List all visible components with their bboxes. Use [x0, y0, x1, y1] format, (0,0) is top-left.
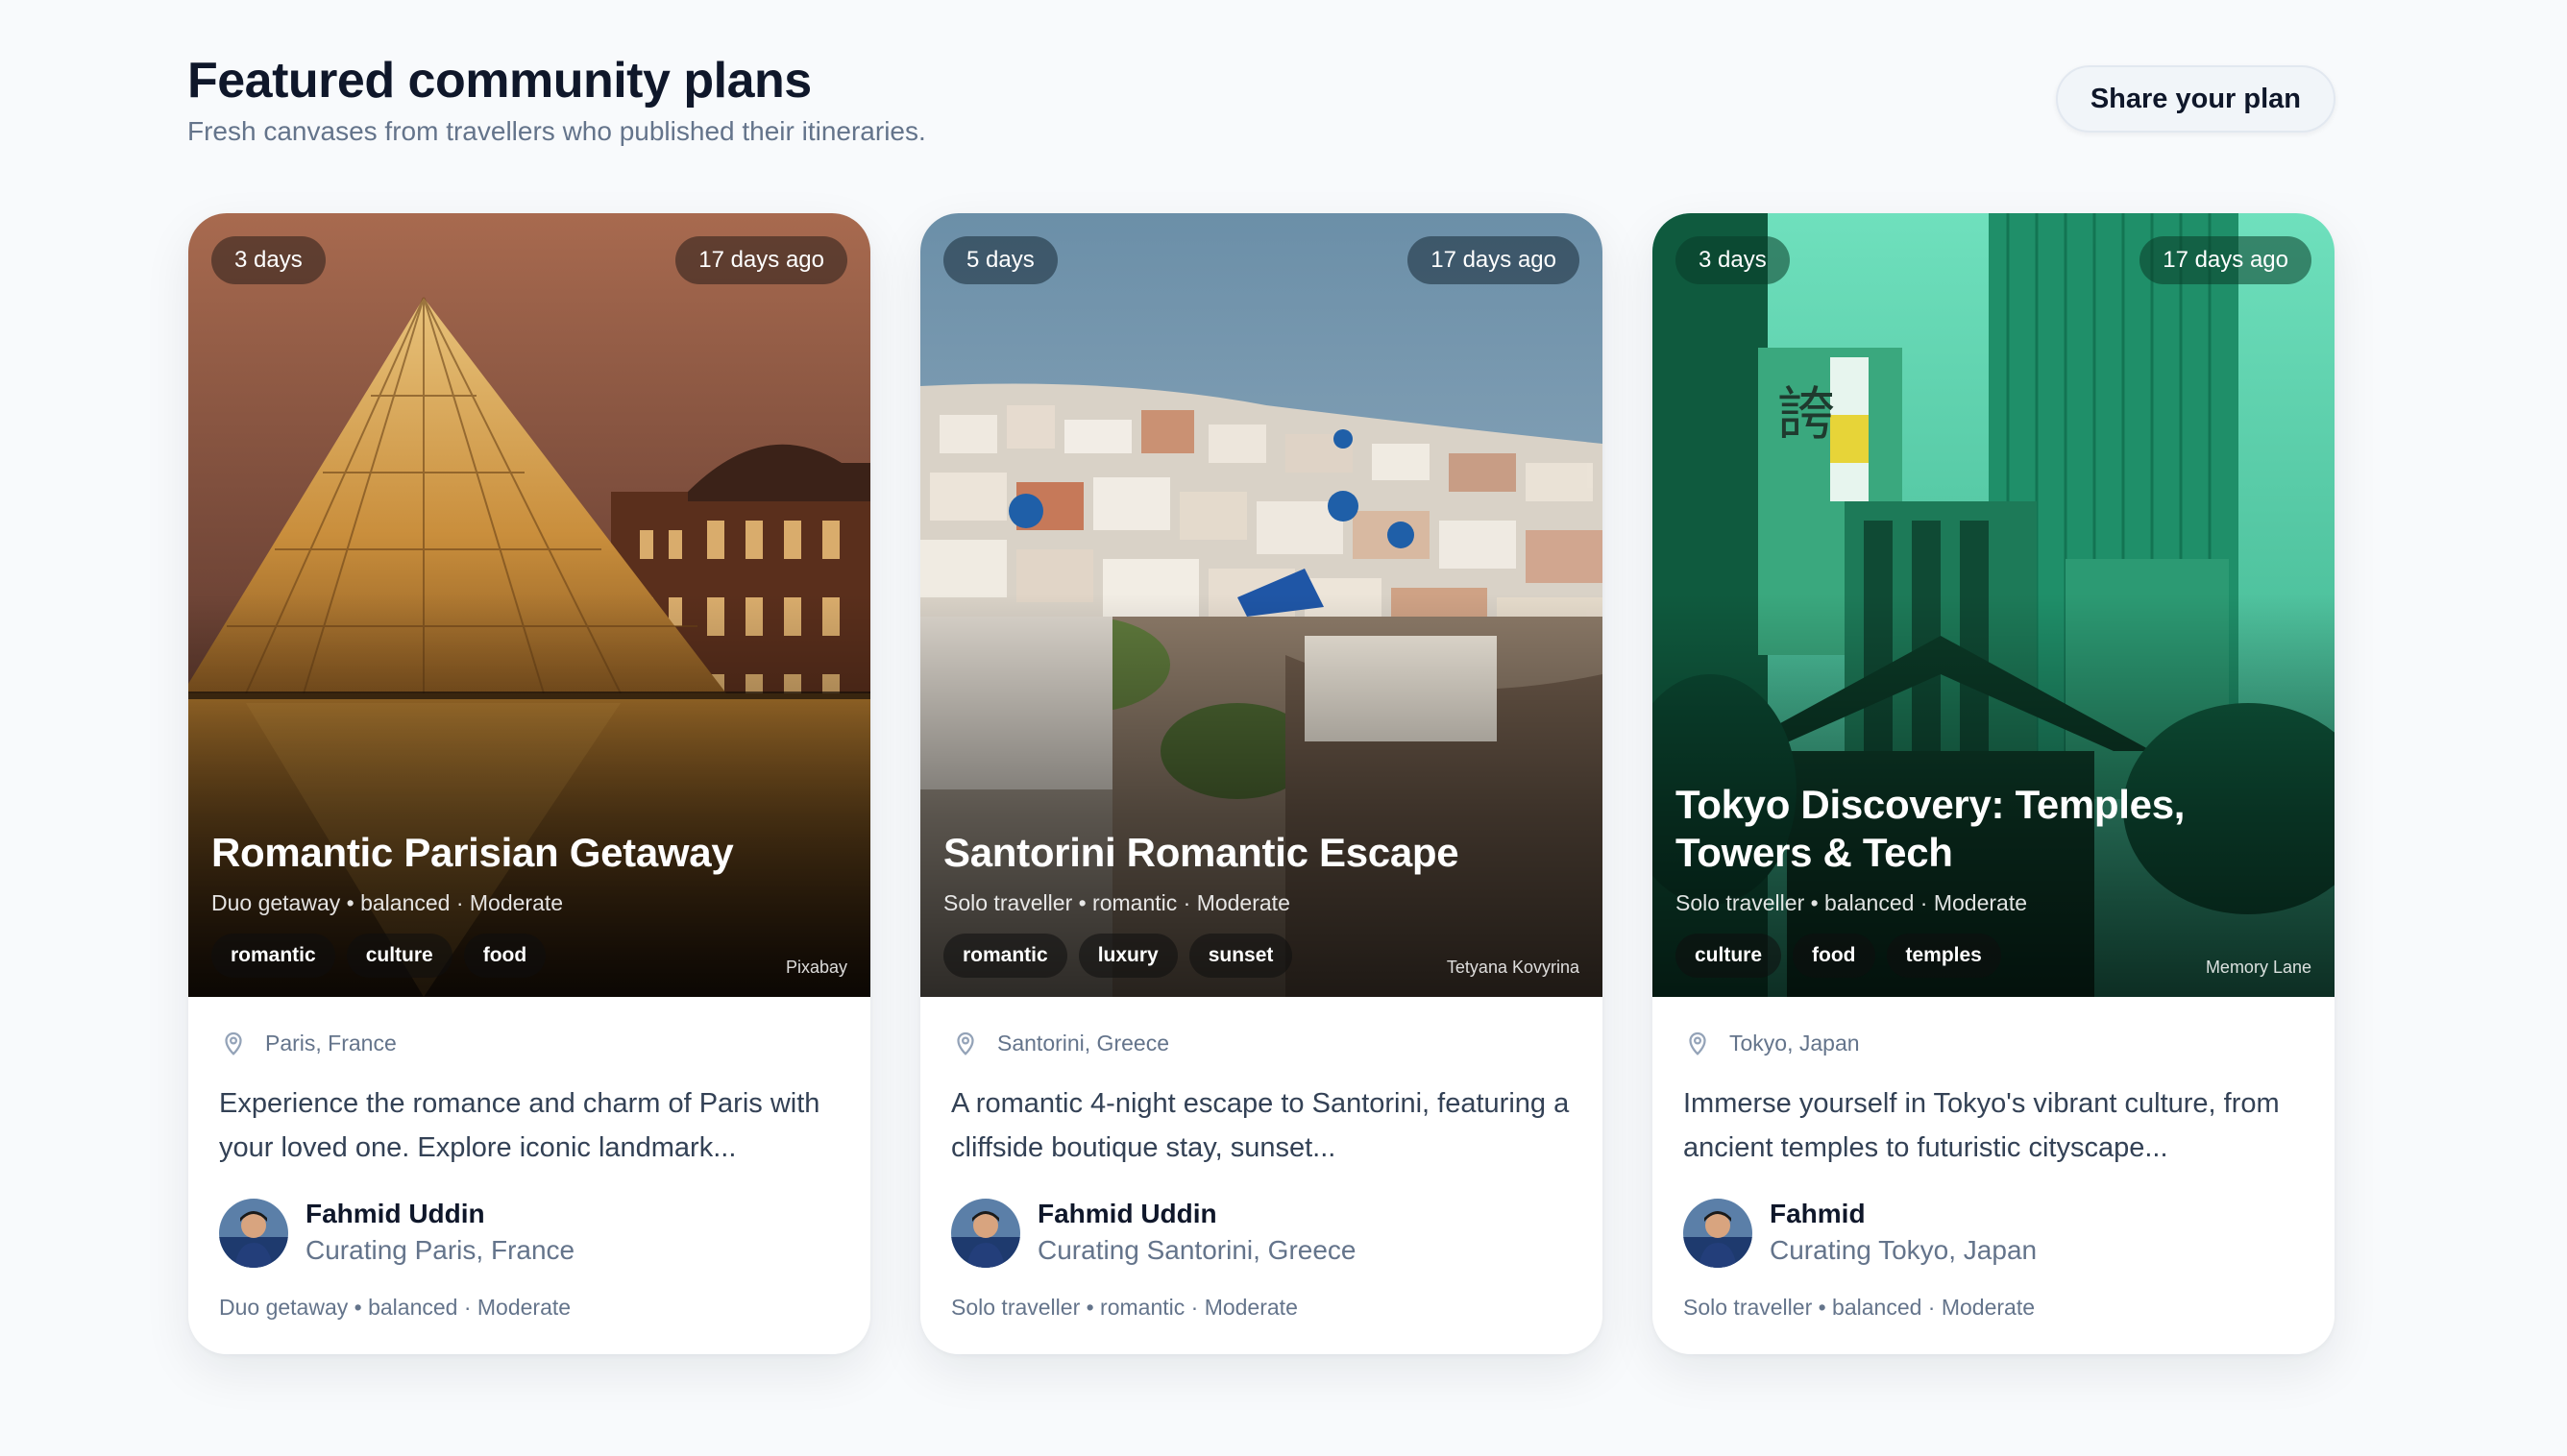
plan-card-paris[interactable]: 3 days 17 days ago Romantic Parisian Get… [188, 213, 870, 1354]
card-body: Paris, France Experience the romance and… [188, 997, 870, 1321]
plan-meta: Duo getaway • balanced · Moderate [211, 890, 564, 915]
duration-badge: 3 days [211, 236, 326, 284]
photo-credit[interactable]: Tetyana Kovyrina [1447, 958, 1579, 978]
share-plan-button[interactable]: Share your plan [2055, 65, 2335, 133]
section-title: Featured community plans [187, 53, 812, 109]
author-name: Fahmid Uddin [1038, 1199, 1217, 1228]
avatar [1683, 1199, 1752, 1268]
photo-credit[interactable]: Memory Lane [2206, 958, 2311, 978]
plan-title: Santorini Romantic Escape [943, 830, 1459, 875]
author-row[interactable]: Fahmid Uddin Curating Paris, France [219, 1197, 838, 1270]
author-row[interactable]: Fahmid Curating Tokyo, Japan [1683, 1197, 2302, 1270]
author-name: Fahmid [1770, 1199, 1866, 1228]
tag-chip[interactable]: food [463, 934, 547, 978]
plan-meta: Solo traveller • romantic · Moderate [943, 890, 1290, 915]
plan-cards-grid: 3 days 17 days ago Romantic Parisian Get… [188, 213, 2335, 1354]
section-header: Featured community plans Fresh canvases … [187, 50, 2339, 150]
tag-chip[interactable]: food [1793, 934, 1875, 978]
location-row: Santorini, Greece [951, 1026, 1570, 1060]
tag-chip[interactable]: romantic [943, 934, 1067, 978]
plan-description: Immerse yourself in Tokyo's vibrant cult… [1683, 1088, 2280, 1163]
tag-list: romantic culture food [211, 934, 847, 978]
tag-chip[interactable]: luxury [1078, 934, 1178, 978]
location-label: Tokyo, Japan [1729, 1030, 1860, 1056]
location-pin-icon [225, 1031, 242, 1056]
card-footer-meta: Solo traveller • romantic · Moderate [951, 1295, 1298, 1320]
tag-chip[interactable]: temples [1886, 934, 2001, 978]
plan-card-tokyo[interactable]: 誇 3 days 17 days ago Tokyo Discovery: Te… [1652, 213, 2335, 1354]
tag-chip[interactable]: culture [1675, 934, 1782, 978]
author-curating: Curating Tokyo, Japan [1770, 1235, 2038, 1265]
duration-badge: 3 days [1675, 236, 1790, 284]
location-pin-icon [1689, 1031, 1706, 1056]
plan-title: Tokyo Discovery: Temples, Towers & Tech [1675, 782, 2186, 875]
published-badge: 17 days ago [675, 236, 847, 284]
author-curating: Curating Paris, France [306, 1235, 575, 1265]
published-badge: 17 days ago [1407, 236, 1579, 284]
section-subtitle: Fresh canvases from travellers who publi… [187, 116, 926, 146]
svg-text:誇: 誇 [1777, 381, 1835, 449]
card-body: Tokyo, Japan Immerse yourself in Tokyo's… [1652, 997, 2335, 1321]
plan-description: A romantic 4-night escape to Santorini, … [951, 1088, 1570, 1163]
plan-meta: Solo traveller • balanced · Moderate [1675, 890, 2028, 915]
author-curating: Curating Santorini, Greece [1038, 1235, 1357, 1265]
author-row[interactable]: Fahmid Uddin Curating Santorini, Greece [951, 1197, 1570, 1270]
location-pin-icon [957, 1031, 974, 1056]
card-hero-image: 5 days 17 days ago Santorini Romantic Es… [920, 213, 1602, 997]
card-hero-image: 誇 3 days 17 days ago Tokyo Discovery: Te… [1652, 213, 2335, 997]
photo-credit[interactable]: Pixabay [786, 958, 847, 978]
tag-chip[interactable]: culture [346, 934, 452, 978]
location-label: Paris, France [265, 1030, 397, 1056]
featured-plans-page: Featured community plans Fresh canvases … [0, 0, 2567, 1456]
location-label: Santorini, Greece [997, 1030, 1169, 1056]
avatar [951, 1199, 1020, 1268]
tag-chip[interactable]: romantic [211, 934, 335, 978]
duration-badge: 5 days [943, 236, 1058, 284]
plan-title: Romantic Parisian Getaway [211, 830, 734, 875]
published-badge: 17 days ago [2139, 236, 2311, 284]
plan-card-santorini[interactable]: 5 days 17 days ago Santorini Romantic Es… [920, 213, 1602, 1354]
plan-description: Experience the romance and charm of Pari… [219, 1088, 820, 1163]
tag-chip[interactable]: sunset [1188, 934, 1293, 978]
location-row: Tokyo, Japan [1683, 1026, 2302, 1060]
card-footer-meta: Solo traveller • balanced · Moderate [1683, 1295, 2036, 1320]
avatar [219, 1199, 288, 1268]
card-footer-meta: Duo getaway • balanced · Moderate [219, 1295, 572, 1320]
location-row: Paris, France [219, 1026, 838, 1060]
card-body: Santorini, Greece A romantic 4-night esc… [920, 997, 1602, 1321]
card-hero-image: 3 days 17 days ago Romantic Parisian Get… [188, 213, 870, 997]
author-name: Fahmid Uddin [306, 1199, 485, 1228]
